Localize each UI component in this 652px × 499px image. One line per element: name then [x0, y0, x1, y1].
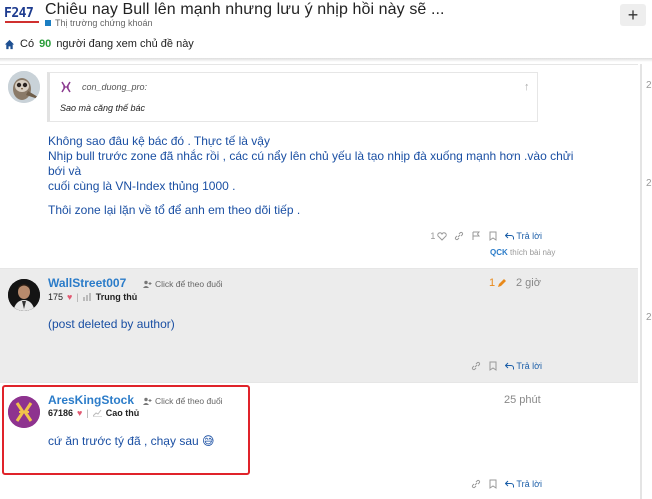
quote-block: con_duong_pro: ↑ Sao mà căng thế bác: [47, 72, 538, 122]
liked-by-line: QCK thích bài này: [490, 248, 555, 257]
reply-button[interactable]: Trả lời: [505, 231, 542, 241]
heart-icon[interactable]: [437, 231, 448, 241]
owl-avatar-icon: [8, 71, 40, 103]
highlight-annotation-box: [2, 385, 250, 475]
person-avatar-icon: [8, 279, 40, 311]
reply-label: Trả lời: [516, 231, 542, 241]
edit-history[interactable]: 1: [489, 277, 507, 289]
flag-icon[interactable]: [471, 231, 481, 241]
post-line: Không sao đâu kệ bác đó . Thực tế là vậy: [48, 134, 270, 148]
post: WallStreet007 Click để theo đuổi 175 ♥ |…: [0, 268, 638, 382]
post-time[interactable]: 25 phút: [504, 394, 541, 406]
post-actions: 1 Trả lời: [430, 231, 542, 241]
post: con_duong_pro: ↑ Sao mà căng thế bác Khô…: [0, 64, 638, 268]
viewers-suffix: người đang xem chủ đề này: [56, 38, 194, 50]
user-meta: 175 ♥ | Trung thủ: [48, 292, 138, 302]
heart-icon: ♥: [67, 292, 73, 302]
reply-icon: [505, 362, 515, 370]
reply-label: Trả lời: [516, 361, 542, 371]
home-icon: [4, 39, 15, 49]
user-rank: Trung thủ: [95, 292, 138, 302]
viewers-line: Có 90 người đang xem chủ đề này: [4, 38, 194, 50]
viewers-prefix: Có: [20, 38, 35, 50]
link-icon[interactable]: [471, 361, 481, 371]
new-topic-button[interactable]: +: [620, 4, 646, 26]
quote-jump-arrow-icon[interactable]: ↑: [524, 81, 530, 93]
like-count: 1: [430, 231, 436, 241]
reply-icon: [505, 232, 515, 240]
avatar[interactable]: [8, 279, 40, 311]
reply-label: Trả lời: [516, 479, 542, 489]
category-color-square: [45, 20, 51, 26]
link-icon[interactable]: [471, 479, 481, 489]
follow-user-icon: [143, 280, 152, 288]
post-body: Không sao đâu kệ bác đó . Thực tế là vậy…: [48, 134, 588, 218]
bookmark-icon[interactable]: [488, 479, 498, 489]
link-icon[interactable]: [454, 231, 464, 241]
reply-button[interactable]: Trả lời: [505, 479, 542, 489]
timeline-mark: 2: [646, 312, 652, 323]
bookmark-icon[interactable]: [488, 231, 498, 241]
follow-label: Click để theo đuổi: [155, 279, 223, 289]
avatar[interactable]: [8, 71, 40, 103]
topic-category[interactable]: Thị trường chứng khoán: [45, 18, 153, 28]
quote-author-avatar-icon: [61, 81, 71, 93]
liked-by-text: thích bài này: [510, 248, 556, 257]
liked-by-user[interactable]: QCK: [490, 248, 508, 257]
pencil-icon: [498, 279, 507, 287]
rank-chart-icon: [82, 293, 91, 301]
reply-button[interactable]: Trả lời: [505, 361, 542, 371]
timeline-scrollbar[interactable]: [640, 64, 642, 499]
category-label: Thị trường chứng khoán: [55, 18, 153, 28]
post-line: Thôi zone lại lặn về tổ để anh em theo d…: [48, 203, 301, 217]
site-logo[interactable]: F247: [4, 6, 42, 24]
post-time[interactable]: 2 giờ: [516, 277, 541, 289]
follow-button[interactable]: Click để theo đuổi: [143, 279, 223, 289]
post-line: Nhịp bull trước zone đã nhắc rồi , các c…: [48, 149, 574, 178]
post-line: cuối cùng là VN-Index thủng 1000 .: [48, 179, 236, 193]
topic-header: F247 Chiêu nay Bull lên mạnh nhưng lưu ý…: [0, 0, 652, 60]
user-score: 175: [48, 292, 64, 302]
bookmark-icon[interactable]: [488, 361, 498, 371]
post-actions: Trả lời: [471, 361, 542, 371]
quote-text: Sao mà căng thế bác: [60, 103, 146, 113]
post-username[interactable]: WallStreet007: [48, 276, 126, 290]
quote-author[interactable]: con_duong_pro:: [82, 82, 147, 92]
viewers-count: 90: [39, 38, 52, 50]
topic-title[interactable]: Chiêu nay Bull lên mạnh nhưng lưu ý nhịp…: [45, 1, 605, 19]
edit-count: 1: [489, 277, 496, 289]
timeline-mark: 2: [646, 178, 652, 189]
reply-icon: [505, 480, 515, 488]
timeline-mark: 2: [646, 80, 652, 91]
logo-text: F247: [4, 6, 34, 21]
post-body: (post deleted by author): [48, 317, 175, 331]
post-actions: Trả lời: [471, 479, 542, 489]
